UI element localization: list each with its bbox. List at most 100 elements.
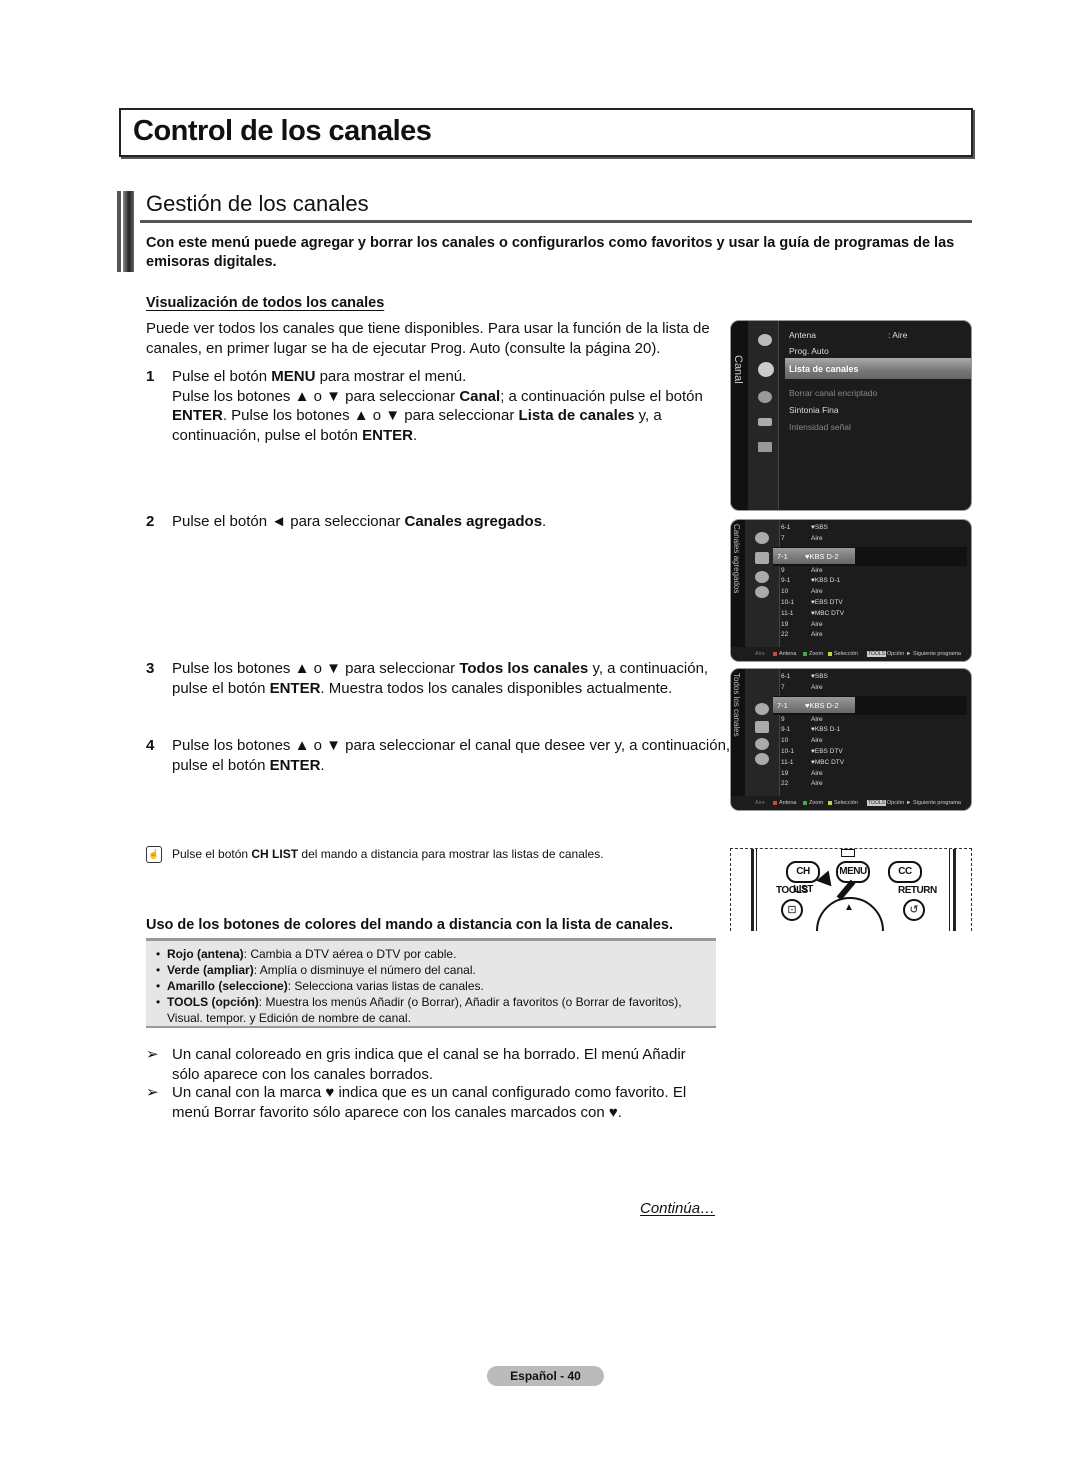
- menu-item-prog-auto[interactable]: Prog. Auto: [789, 346, 829, 356]
- chapter-title: Control de los canales: [133, 115, 432, 147]
- footer-opcion[interactable]: TOOLS Opción: [867, 651, 904, 657]
- antenna-icon: [755, 532, 769, 544]
- channel-name: Aire: [811, 769, 823, 777]
- channel-name: ♥MBC DTV: [811, 758, 845, 766]
- channel-number: 7: [781, 534, 785, 542]
- step-text: Pulse los botones ▲ o ▼ para seleccionar…: [172, 660, 709, 697]
- footer-source: Aire: [755, 651, 765, 657]
- note-hand-icon: ☝: [146, 846, 162, 863]
- channel-number: 19: [781, 769, 789, 777]
- channel-row-selected[interactable]: 7-1 ♥KBS D-2: [773, 546, 967, 566]
- channel-name: ♥EBS DTV: [811, 748, 843, 755]
- footer-antena[interactable]: Antena: [773, 800, 796, 806]
- channel-number: 7-1: [777, 700, 788, 710]
- footer-seleccion[interactable]: Selección: [828, 800, 858, 806]
- step-number: 3: [146, 660, 155, 677]
- list-sidebar: Todos los canales: [731, 669, 745, 810]
- menu-category-label: Canal: [732, 355, 744, 384]
- schedule-icon: [755, 753, 769, 765]
- footer-siguiente-programa[interactable]: ► Siguiente programa: [906, 651, 961, 657]
- menu-button[interactable]: MENU: [836, 861, 870, 883]
- ch-list-button[interactable]: CH LIST: [786, 861, 820, 895]
- channel-row-selected[interactable]: 7-1 ♥KBS D-2: [773, 695, 967, 715]
- menu-item-antena[interactable]: Antena: [789, 330, 816, 340]
- channel-number: 22: [781, 780, 789, 788]
- menu-icon-column: [748, 321, 779, 510]
- tv-channel-list-added: Canales agregados 6-1 ♥SBS 7 Aire 7-1 ♥KBS D-…: [731, 520, 971, 661]
- list-footer: Aire Antena Zoom Selección TOOLS Opción ►…: [731, 647, 971, 661]
- footer-opcion[interactable]: TOOLS Opción: [867, 800, 904, 806]
- picture-icon: [758, 334, 772, 346]
- menu-sidebar: Canal: [731, 321, 748, 510]
- footer-zoom[interactable]: Zoom: [803, 800, 823, 806]
- channel-number: 19: [781, 620, 789, 628]
- channel-name: Aire: [811, 631, 823, 639]
- step-text: Pulse el botón MENU para mostrar el menú…: [172, 368, 703, 444]
- note-text: Pulse el botón CH LIST del mando a dista…: [172, 847, 604, 861]
- tv-channel-list-all: Todos los canales 6-1 ♥SBS 7 Aire 7-1 ♥KBS D-…: [731, 669, 971, 810]
- menu-item-intensidad-senal[interactable]: Intensidad señal: [789, 422, 851, 432]
- channel-name: ♥KBS D-2: [805, 551, 839, 561]
- section-divider: [140, 220, 972, 223]
- section-title: Gestión de los canales: [146, 191, 369, 216]
- added-channels-icon: [755, 721, 769, 733]
- arrow-bullet-icon: ➢: [146, 1046, 159, 1063]
- footer-zoom[interactable]: Zoom: [803, 651, 823, 657]
- channel-name: ♥SBS: [811, 673, 828, 680]
- remote-edge-left: [751, 849, 754, 931]
- list-icon-column: [745, 520, 780, 661]
- channel-name: ♥KBS D-2: [805, 700, 839, 710]
- channel-name: ♥KBS D-1: [811, 726, 841, 734]
- channel-number: 9-1: [781, 726, 791, 734]
- channel-number: 7: [781, 683, 785, 691]
- channel-number: 11-1: [781, 609, 794, 617]
- channel-icon: [758, 362, 774, 377]
- return-button[interactable]: ↺: [903, 899, 925, 921]
- page-number-badge: Español - 40: [487, 1366, 604, 1386]
- step-number: 1: [146, 368, 155, 385]
- remote-control-illustration: CH LIST MENU CC TOOLS RETURN ⊡ ↺ ▲: [730, 848, 972, 931]
- return-label: RETURN: [898, 885, 937, 896]
- tools-label: TOOLS: [776, 885, 808, 896]
- remote-edge-right: [953, 849, 956, 931]
- menu-glyph-icon: [841, 849, 855, 857]
- channel-name: Aire: [811, 780, 823, 788]
- footer-seleccion[interactable]: Selección: [828, 651, 858, 657]
- channel-name: Aire: [811, 737, 823, 745]
- list-icon-column: [745, 669, 780, 810]
- list-category-label: Canales agregados: [732, 524, 741, 594]
- channel-number: 22: [781, 631, 789, 639]
- arrow-bullet-icon: ➢: [146, 1084, 159, 1101]
- channel-name: Aire: [811, 534, 823, 542]
- channel-name: Aire: [811, 566, 823, 574]
- setup-icon: [758, 391, 772, 403]
- chapter-title-box: Control de los canales: [119, 108, 973, 157]
- channel-number: 6-1: [781, 524, 791, 531]
- menu-item-sintonia-fina[interactable]: Sintonia Fina: [789, 405, 839, 415]
- channel-number: 10-1: [781, 599, 795, 606]
- favorite-heart-icon: [755, 738, 769, 750]
- list-footer: Aire Antena Zoom Selección TOOLS Opción ►…: [731, 796, 971, 810]
- channel-name: ♥KBS D-1: [811, 577, 841, 585]
- step-text: Pulse los botones ▲ o ▼ para seleccionar…: [172, 737, 731, 774]
- cc-button[interactable]: CC: [888, 861, 922, 883]
- color-buttons-box: • Rojo (antena): Cambia a DTV aérea o DTV…: [146, 938, 716, 1028]
- favorite-heart-icon: [755, 571, 769, 583]
- footer-antena[interactable]: Antena: [773, 651, 796, 657]
- channel-name: Aire: [811, 683, 823, 691]
- channel-name: ♥EBS DTV: [811, 599, 843, 606]
- step-number: 2: [146, 513, 155, 530]
- footer-source: Aire: [755, 800, 765, 806]
- channel-number: 10: [781, 737, 789, 745]
- footer-siguiente-programa[interactable]: ► Siguiente programa: [906, 800, 961, 806]
- tools-button[interactable]: ⊡: [781, 899, 803, 921]
- menu-item-lista-de-canales[interactable]: Lista de canales: [785, 358, 971, 379]
- menu-item-borrar-canal-encriptado[interactable]: Borrar canal encriptado: [789, 388, 877, 398]
- subsection-intro: Puede ver todos los canales que tiene di…: [146, 320, 710, 357]
- channel-number: 10-1: [781, 748, 795, 755]
- channel-number: 7-1: [777, 551, 788, 561]
- tv-channel-menu-screen: Canal Antena : Aire Prog. Auto Lista de …: [731, 321, 971, 510]
- subsection-title: Visualización de todos los canales: [146, 295, 385, 311]
- channel-number: 6-1: [781, 673, 791, 680]
- up-arrow-icon: ▲: [844, 902, 854, 913]
